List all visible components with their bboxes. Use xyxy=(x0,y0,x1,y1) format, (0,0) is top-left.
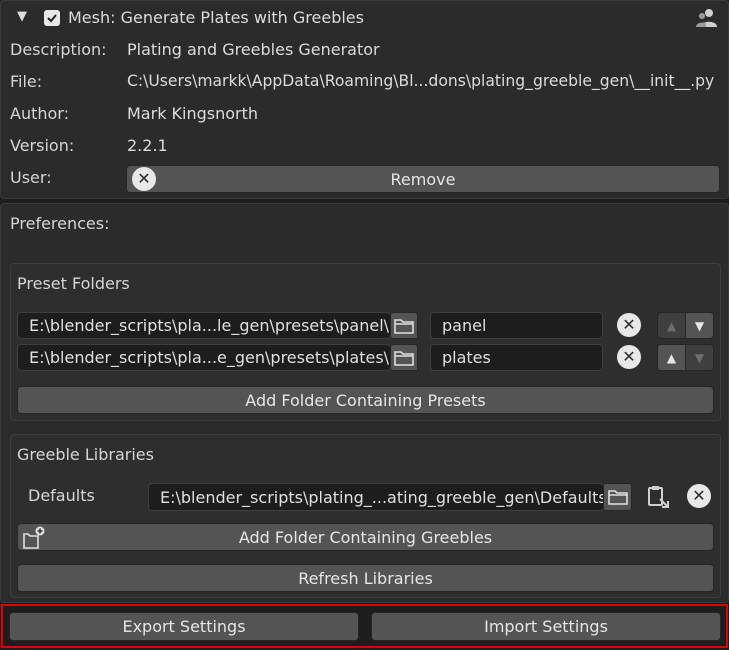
description-label: Description: xyxy=(10,40,107,59)
move-down-button[interactable]: ▼ xyxy=(685,344,714,371)
author-value: Mark Kingsnorth xyxy=(127,104,259,123)
library-path-input[interactable]: E:\blender_scripts\plating_...ating_gree… xyxy=(148,483,604,511)
folder-browse-button[interactable] xyxy=(603,483,632,511)
remove-preset-icon[interactable]: ✕ xyxy=(617,313,641,337)
new-folder-icon xyxy=(22,526,46,550)
version-label: Version: xyxy=(10,136,75,155)
folder-browse-button[interactable] xyxy=(390,312,418,339)
enable-checkbox[interactable] xyxy=(44,10,60,26)
file-value: C:\Users\markk\AppData\Roaming\Bl...dons… xyxy=(127,72,715,90)
move-up-button[interactable]: ▲ xyxy=(657,312,686,339)
import-settings-label: Import Settings xyxy=(484,617,608,636)
move-down-button[interactable]: ▼ xyxy=(685,312,714,339)
preset-path-input[interactable]: E:\blender_scripts\pla...le_gen\presets\… xyxy=(17,312,391,339)
folder-browse-button[interactable] xyxy=(390,344,418,371)
refresh-libraries-button[interactable]: Refresh Libraries xyxy=(17,564,714,592)
remove-preset-icon[interactable]: ✕ xyxy=(617,345,641,369)
folder-icon xyxy=(607,490,628,505)
add-preset-folder-label: Add Folder Containing Presets xyxy=(245,390,486,410)
export-settings-label: Export Settings xyxy=(122,617,246,636)
remove-button-label: Remove xyxy=(390,169,456,189)
description-value: Plating and Greebles Generator xyxy=(127,40,380,59)
paste-library-icon[interactable] xyxy=(646,484,672,510)
preset-folders-heading: Preset Folders xyxy=(17,274,130,293)
import-settings-button[interactable]: Import Settings xyxy=(371,612,721,641)
users-icon xyxy=(695,7,719,29)
greeble-libraries-heading: Greeble Libraries xyxy=(17,445,154,464)
expand-toggle-icon[interactable]: ▼ xyxy=(17,9,31,25)
add-greeble-folder-button[interactable]: Add Folder Containing Greebles xyxy=(17,523,714,551)
folder-icon xyxy=(394,318,414,334)
remove-x-icon: ✕ xyxy=(132,167,156,191)
add-preset-folder-button[interactable]: Add Folder Containing Presets xyxy=(17,386,714,414)
library-name-label: Defaults xyxy=(28,486,95,505)
remove-button[interactable]: Remove xyxy=(126,165,720,193)
add-greeble-folder-label: Add Folder Containing Greebles xyxy=(238,527,493,547)
preset-name-input[interactable]: panel xyxy=(430,312,603,339)
preferences-heading: Preferences: xyxy=(10,214,110,233)
refresh-libraries-label: Refresh Libraries xyxy=(298,568,433,588)
version-value: 2.2.1 xyxy=(127,136,168,155)
export-settings-button[interactable]: Export Settings xyxy=(9,612,359,641)
move-up-button[interactable]: ▲ xyxy=(657,344,686,371)
user-label: User: xyxy=(10,168,52,187)
addon-title: Mesh: Generate Plates with Greebles xyxy=(68,8,364,27)
checkmark-icon xyxy=(47,14,57,23)
author-label: Author: xyxy=(10,104,69,123)
preset-name-input[interactable]: plates xyxy=(430,344,603,371)
preset-path-input[interactable]: E:\blender_scripts\pla...e_gen\presets\p… xyxy=(17,344,391,371)
folder-icon xyxy=(394,350,414,366)
file-label: File: xyxy=(10,72,43,91)
remove-library-icon[interactable]: ✕ xyxy=(687,484,711,508)
